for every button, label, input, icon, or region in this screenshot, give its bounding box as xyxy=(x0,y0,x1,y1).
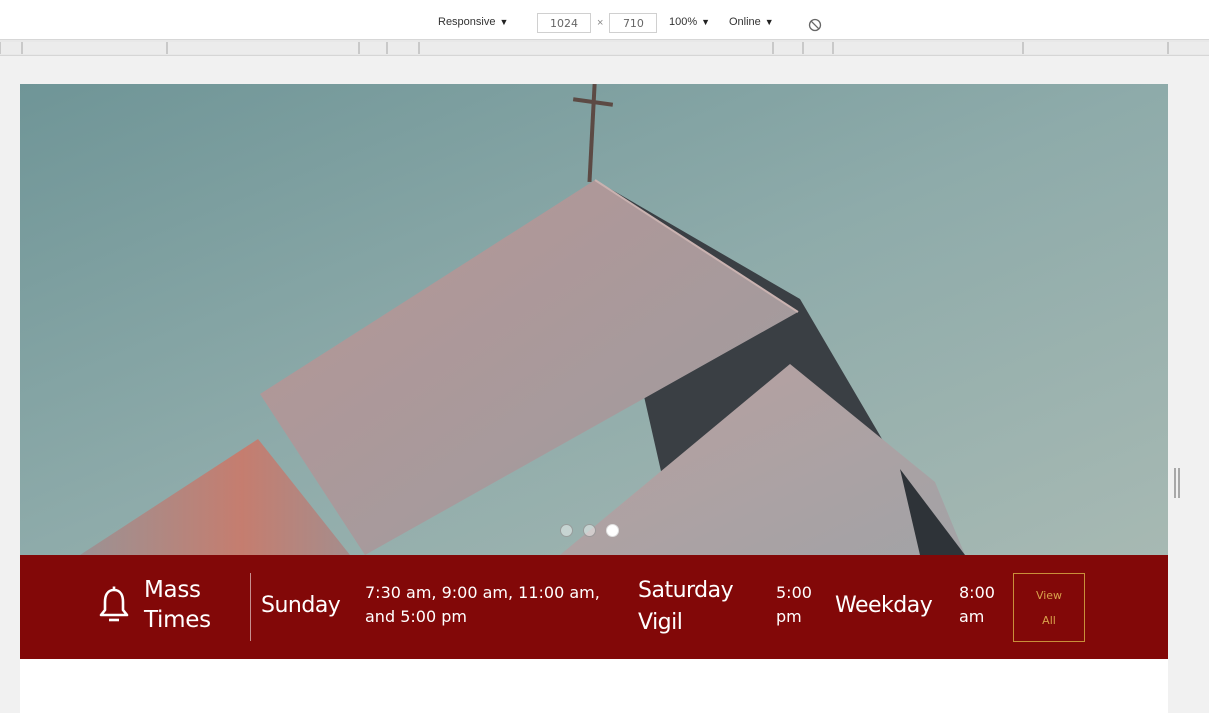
media-query-segment[interactable] xyxy=(1168,42,1209,54)
width-input[interactable] xyxy=(537,13,591,33)
media-query-segment[interactable] xyxy=(833,42,1023,54)
slider-dots xyxy=(560,524,619,537)
slider-dot-active[interactable] xyxy=(606,524,619,537)
network-dropdown[interactable]: Online ▼ xyxy=(729,16,774,28)
devtools-toolbar: Responsive▼ × 100%▼ Online▼ xyxy=(0,0,1209,40)
media-query-segment[interactable] xyxy=(387,42,419,54)
viewport-resize-handle[interactable] xyxy=(1174,468,1182,498)
weekday-time-line2: am xyxy=(959,607,985,626)
media-query-segment[interactable] xyxy=(773,42,803,54)
view-all-line2: All xyxy=(1042,613,1056,627)
view-all-line1: View xyxy=(1035,588,1063,602)
weekday-time: 8:00 am xyxy=(959,581,995,629)
media-query-segment[interactable] xyxy=(1023,42,1168,54)
media-query-segment[interactable] xyxy=(803,42,833,54)
media-query-segment[interactable] xyxy=(167,42,359,54)
saturday-label-line1: Saturday xyxy=(638,578,734,603)
dimension-separator: × xyxy=(597,17,604,29)
emulated-viewport: Mass Times Sunday 7:30 am, 9:00 am, 11:0… xyxy=(20,84,1168,713)
sunday-times-line1: 7:30 am, 9:00 am, 11:00 am, xyxy=(365,583,600,602)
weekday-time-line1: 8:00 xyxy=(959,583,995,602)
media-query-segment[interactable] xyxy=(359,42,387,54)
sunday-times: 7:30 am, 9:00 am, 11:00 am, and 5:00 pm xyxy=(365,581,600,629)
slider-dot[interactable] xyxy=(560,524,573,537)
church-roof-image xyxy=(20,84,1168,555)
height-input[interactable] xyxy=(609,13,658,33)
mass-times-bar: Mass Times Sunday 7:30 am, 9:00 am, 11:0… xyxy=(20,555,1168,659)
caret-down-icon: ▼ xyxy=(701,17,711,27)
weekday-label: Weekday xyxy=(835,593,933,618)
caret-down-icon: ▼ xyxy=(764,17,774,27)
mass-times-title: Mass Times xyxy=(144,575,234,635)
media-query-bar xyxy=(0,40,1209,56)
saturday-time-line2: pm xyxy=(776,607,802,626)
caret-down-icon: ▼ xyxy=(499,17,509,27)
resize-grip-line xyxy=(1174,468,1176,498)
device-dropdown[interactable]: Responsive ▼ xyxy=(438,16,508,28)
network-label: Online xyxy=(729,16,761,28)
title-divider xyxy=(250,573,251,641)
saturday-vigil-label: Saturday Vigil xyxy=(638,575,734,639)
slider-dot[interactable] xyxy=(583,524,596,537)
view-all-button[interactable]: View All xyxy=(1013,573,1085,642)
resize-grip-line xyxy=(1178,468,1180,498)
zoom-dropdown[interactable]: 100% ▼ xyxy=(669,16,710,28)
mass-times-title-line2: Times xyxy=(144,607,211,633)
media-query-segment[interactable] xyxy=(22,42,167,54)
saturday-label-line2: Vigil xyxy=(638,610,683,635)
hero-slider xyxy=(20,84,1168,555)
bell-icon xyxy=(98,585,130,625)
no-throttling-icon[interactable] xyxy=(808,18,822,32)
device-label: Responsive xyxy=(438,16,496,28)
saturday-vigil-time: 5:00 pm xyxy=(776,581,812,629)
media-query-segment[interactable] xyxy=(0,42,22,54)
saturday-time-line1: 5:00 xyxy=(776,583,812,602)
sunday-label: Sunday xyxy=(261,593,341,618)
sunday-times-line2: and 5:00 pm xyxy=(365,607,467,626)
mass-times-title-line1: Mass xyxy=(144,577,201,603)
zoom-label: 100% xyxy=(669,16,698,28)
media-query-segment[interactable] xyxy=(419,42,773,54)
